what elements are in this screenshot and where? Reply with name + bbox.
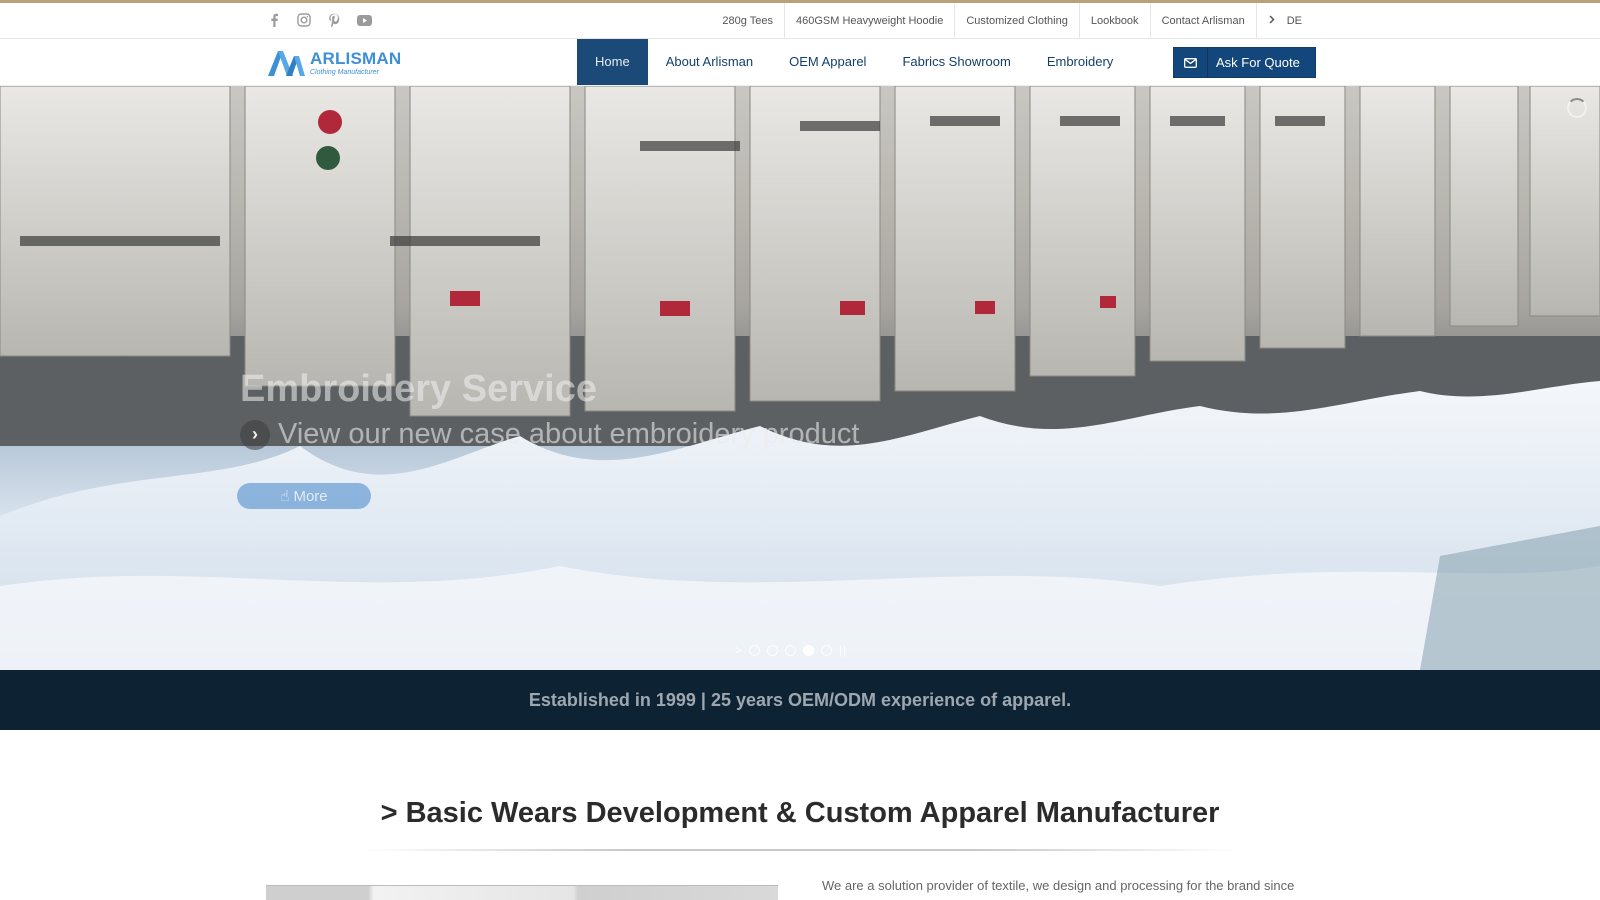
nav-about[interactable]: About Arlisman [648,39,771,85]
established-banner: Established in 1999 | 25 years OEM/ODM e… [0,670,1600,730]
slider-dot-3[interactable] [785,644,797,656]
slider-dot-4[interactable] [803,644,815,656]
language-label: DE [1286,15,1302,27]
site-logo[interactable]: ARLISMAN Clothing Manufacturer [266,49,401,77]
top-bar: 280g Tees 460GSM Heavyweight Hoodie Cust… [0,0,1600,39]
hero-subtitle-text: View our new case about embroidery produ… [278,418,860,450]
quote-button-label: Ask For Quote [1216,55,1300,70]
slider-dot-1[interactable] [749,644,761,656]
top-link-tees[interactable]: 280g Tees [722,3,785,39]
logo-name: ARLISMAN [310,49,402,68]
factory-image [266,885,778,900]
instagram-icon[interactable] [296,12,312,28]
slider-pagination: > || [735,643,847,657]
slider-next-icon[interactable]: > [735,643,742,657]
top-link-contact[interactable]: Contact Arlisman [1151,3,1257,39]
logo-mark-icon [268,51,305,76]
social-links [266,12,372,28]
section-title: > Basic Wears Development & Custom Appar… [380,797,1220,829]
nav-home[interactable]: Home [577,39,648,85]
nav-embroidery[interactable]: Embroidery [1029,39,1131,85]
hero-slider: Embroidery Service › View our new case a… [0,86,1600,670]
hero-more-button[interactable]: ☝ More [237,483,371,509]
pinterest-icon[interactable] [326,12,342,28]
top-link-hoodie[interactable]: 460GSM Heavyweight Hoodie [785,3,956,39]
main-nav: Home About Arlisman OEM Apparel Fabrics … [577,39,1131,85]
top-link-lookbook[interactable]: Lookbook [1080,3,1151,39]
hero-more-label: More [293,487,328,505]
slider-dot-2[interactable] [767,644,779,656]
logo-tagline: Clothing Manufacturer [310,69,379,76]
top-link-customized[interactable]: Customized Clothing [955,3,1080,39]
chevron-right-icon [1269,15,1275,27]
slider-dot-5[interactable] [821,644,833,656]
chevron-circle-right-icon: › [240,419,270,450]
ask-for-quote-button[interactable]: Ask For Quote [1173,47,1316,78]
facebook-icon[interactable] [266,12,282,28]
youtube-icon[interactable] [356,12,372,28]
nav-oem-apparel[interactable]: OEM Apparel [771,39,884,85]
main-header: ARLISMAN Clothing Manufacturer Home Abou… [0,39,1600,86]
language-switcher[interactable]: DE [1257,3,1302,39]
title-divider [362,849,1238,851]
section-intro-text: We are a solution provider of textile, w… [822,878,1295,893]
loading-spinner-icon [1567,98,1587,118]
hand-pointer-icon: ☝ [280,488,290,505]
banner-text: Established in 1999 | 25 years OEM/ODM e… [528,689,1072,710]
hero-title: Embroidery Service [240,368,597,410]
nav-fabrics-showroom[interactable]: Fabrics Showroom [884,39,1028,85]
top-links: 280g Tees 460GSM Heavyweight Hoodie Cust… [722,3,1302,39]
envelope-icon [1174,48,1208,77]
slider-pause-icon[interactable]: || [839,643,847,657]
hero-subtitle: › View our new case about embroidery pro… [240,418,859,451]
